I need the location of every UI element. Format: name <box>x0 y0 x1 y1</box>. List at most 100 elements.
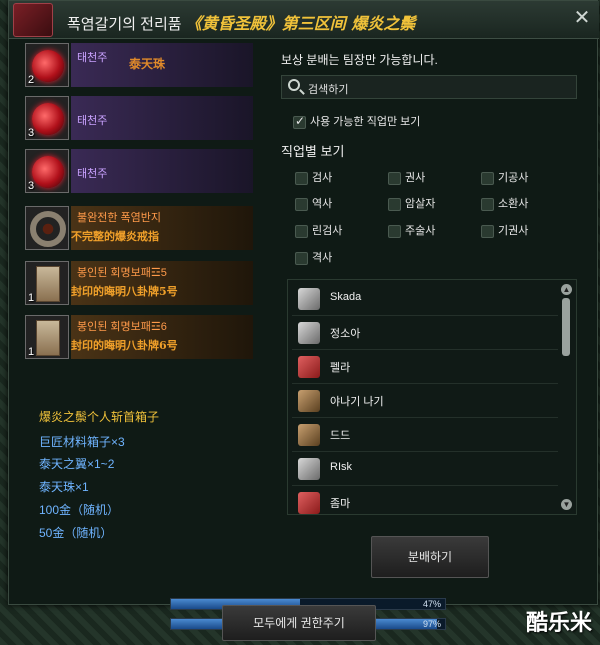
talisman-icon: 1 <box>25 261 69 305</box>
item-qty: 1 <box>28 346 35 358</box>
loot-window: 폭염갈기의 전리품 《黄昏圣殿》第三区间 爆炎之鬃 ✕ 2 태천주 泰天珠 3 … <box>8 0 599 605</box>
player-name: RIsk <box>330 461 352 473</box>
list-item[interactable]: 좀마 <box>292 486 558 514</box>
loot-item[interactable]: 2 태천주 泰天珠 <box>25 43 271 91</box>
item-zh: 不完整的爆炎戒指 <box>71 230 159 243</box>
reward-line: 50金（随机） <box>39 526 113 540</box>
sword-icon <box>298 390 320 412</box>
give-all-permission-button[interactable]: 모두에게 권한주기 <box>222 605 376 641</box>
class-label: 린검사 <box>312 225 343 237</box>
class-label: 격사 <box>312 252 333 264</box>
class-label: 역사 <box>312 198 333 210</box>
bead-icon: 3 <box>25 149 69 193</box>
class-filter-heading: 직업별 보기 <box>281 144 345 159</box>
list-item[interactable]: 펠라 <box>292 350 558 384</box>
available-only-label: 사용 가능한 직업만 보기 <box>310 116 421 128</box>
class-filter[interactable]: 주술사 <box>384 222 435 238</box>
search-input[interactable]: 검색하기 <box>281 75 577 99</box>
loot-item[interactable]: 1 봉인된 회명보패☲5 封印的晦明八卦牌5号 <box>25 261 271 309</box>
close-icon[interactable]: ✕ <box>571 7 593 29</box>
distribute-button[interactable]: 분배하기 <box>371 536 489 578</box>
checkbox[interactable] <box>388 224 401 238</box>
search-icon <box>288 79 300 91</box>
class-filter[interactable]: 검사 <box>291 169 332 185</box>
item-name: 봉인된 회명보패☲5 <box>77 267 167 279</box>
class-label: 권사 <box>405 172 426 184</box>
distribution-note: 보상 분배는 팀장만 가능합니다. <box>281 53 438 67</box>
available-only-checkbox[interactable]: 사용 가능한 직업만 보기 <box>289 113 420 129</box>
player-name: 펠라 <box>330 362 351 374</box>
scroll-down-icon[interactable]: ▼ <box>561 499 572 510</box>
player-name: 드드 <box>330 430 351 442</box>
class-filter[interactable]: 역사 <box>291 195 332 211</box>
checkbox[interactable] <box>295 224 308 238</box>
checkbox[interactable] <box>481 197 494 211</box>
class-filter[interactable]: 소환사 <box>477 195 528 211</box>
player-name: Skada <box>330 291 362 303</box>
helmet-icon <box>298 288 320 310</box>
loot-item[interactable]: 불완전한 폭염반지 不完整的爆炎戒指 <box>25 206 271 254</box>
checkbox[interactable] <box>481 171 494 185</box>
loot-item[interactable]: 3 태천주 <box>25 96 271 144</box>
class-label: 주술사 <box>405 225 436 237</box>
title-chinese: 《黄昏圣殿》第三区间 爆炎之鬃 <box>185 14 416 33</box>
checkbox[interactable] <box>481 224 494 238</box>
checkbox[interactable] <box>295 171 308 185</box>
player-name: 좀마 <box>330 498 351 510</box>
item-zh: 封印的晦明八卦牌6号 <box>71 339 178 352</box>
item-qty: 2 <box>28 74 35 86</box>
list-item[interactable]: 정소아 <box>292 316 558 350</box>
checkbox[interactable] <box>388 171 401 185</box>
class-label: 검사 <box>312 172 333 184</box>
checkbox[interactable] <box>295 251 308 265</box>
reward-line: 泰天之翼×1~2 <box>39 457 115 471</box>
class-label: 소환사 <box>498 198 529 210</box>
item-zh: 泰天珠 <box>129 57 166 71</box>
window-title: 폭염갈기의 전리품 《黄昏圣殿》第三区间 爆炎之鬃 <box>67 10 415 34</box>
list-item[interactable]: 드드 <box>292 418 558 452</box>
scrollbar[interactable]: ▲ ▼ <box>561 284 572 510</box>
class-filter[interactable]: 기공사 <box>477 169 528 185</box>
fist-icon <box>298 322 320 344</box>
checkbox-checked[interactable] <box>293 114 306 129</box>
class-filter[interactable]: 격사 <box>291 249 332 265</box>
reward-line: 爆炎之鬃个人斩首箱子 <box>39 410 160 424</box>
item-name: 태천주 <box>77 52 108 64</box>
class-filter[interactable]: 암살자 <box>384 195 435 211</box>
class-filter[interactable]: 기권사 <box>477 222 528 238</box>
item-name: 봉인된 회명보패☲6 <box>77 321 167 333</box>
reward-line: 泰天珠×1 <box>39 480 89 494</box>
item-name: 태천주 <box>77 115 108 127</box>
checkbox[interactable] <box>388 197 401 211</box>
orb-icon <box>298 424 320 446</box>
scroll-up-icon[interactable]: ▲ <box>561 284 572 295</box>
item-zh: 封印的晦明八卦牌5号 <box>71 285 178 298</box>
player-name: 정소아 <box>330 328 361 340</box>
class-label: 기권사 <box>498 225 529 237</box>
loot-item[interactable]: 1 봉인된 회명보패☲6 封印的晦明八卦牌6号 <box>25 315 271 363</box>
talisman-icon <box>298 356 320 378</box>
loot-item[interactable]: 3 태천주 <box>25 149 271 197</box>
class-filter[interactable]: 권사 <box>384 169 425 185</box>
item-name: 태천주 <box>77 168 108 180</box>
item-name: 불완전한 폭염반지 <box>77 212 162 224</box>
bead-icon: 2 <box>25 43 69 87</box>
scroll-thumb[interactable] <box>562 298 570 356</box>
search-placeholder: 검색하기 <box>308 84 349 96</box>
player-name: 야나기 나기 <box>330 396 384 408</box>
bead-icon: 3 <box>25 96 69 140</box>
list-item[interactable]: RIsk <box>292 452 558 486</box>
loot-panel: 2 태천주 泰天珠 3 태천주 3 태천주 불완전한 폭염반지 不完整的爆炎戒指… <box>17 41 273 541</box>
class-filter[interactable]: 린검사 <box>291 222 342 238</box>
list-item[interactable]: 야나기 나기 <box>292 384 558 418</box>
checkbox[interactable] <box>295 197 308 211</box>
list-item[interactable]: Skada <box>292 282 558 316</box>
ring-icon <box>25 206 69 250</box>
title-bar: 폭염갈기의 전리품 《黄昏圣殿》第三区间 爆炎之鬃 ✕ <box>9 1 599 39</box>
crossed-swords-icon <box>298 458 320 480</box>
talisman-icon: 1 <box>25 315 69 359</box>
player-list: Skada 정소아 펠라 야나기 나기 드드 RIsk 좀마 ▲ ▼ <box>287 279 577 515</box>
progress-label: 47% <box>422 599 441 609</box>
reward-line: 巨匠材料箱子×3 <box>39 435 125 449</box>
title-korean: 폭염갈기의 전리품 <box>67 16 182 33</box>
